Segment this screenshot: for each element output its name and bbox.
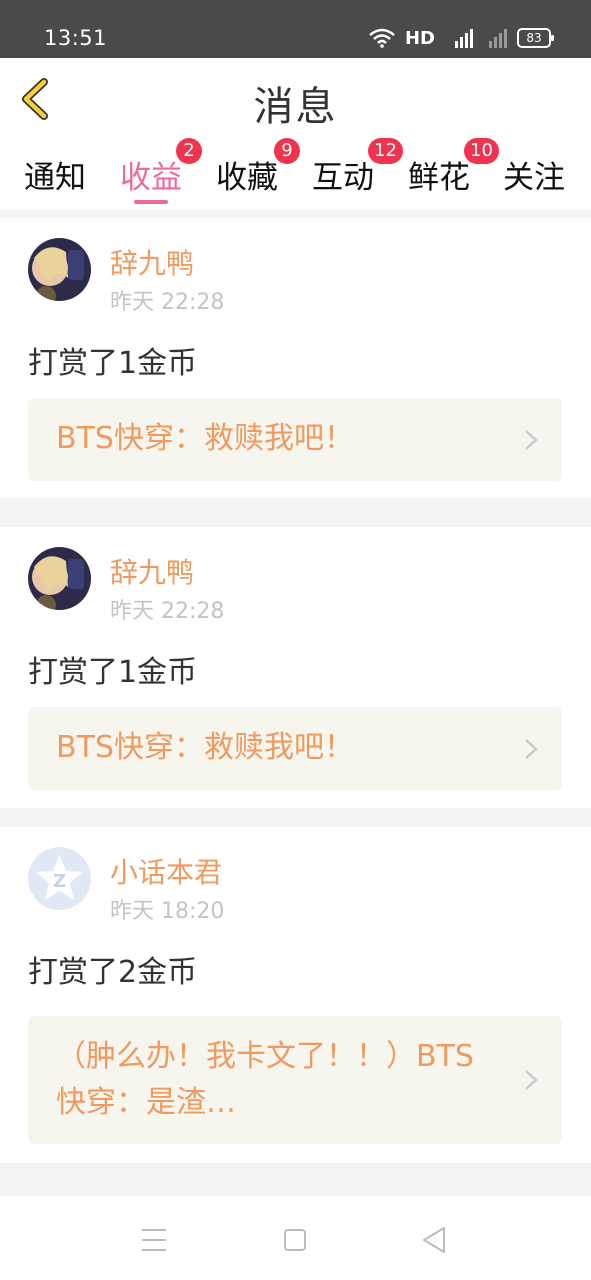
chevron-right-icon [525, 1070, 538, 1090]
count-badge: 9 [274, 138, 300, 164]
header: 消息 [0, 58, 591, 141]
book-title: BTS快穿：救赎我吧！ [56, 421, 354, 456]
tab-label: 通知 [24, 160, 86, 196]
signal-icon [489, 29, 507, 48]
system-nav-bar [0, 1196, 591, 1280]
tab-earnings[interactable]: 收益 2 [120, 138, 202, 204]
triangle-back-icon[interactable] [414, 1220, 454, 1260]
message-card: 辞九鸭 昨天 22:28 打赏了1金币 BTS快穿：救赎我吧！ [0, 218, 591, 498]
battery-icon: 83 [517, 28, 554, 48]
message-text: 打赏了1金币 [28, 655, 198, 690]
tab-label: 鲜花 [408, 160, 470, 196]
tab-label: 收益 [120, 160, 182, 196]
status-icons: HD 83 [369, 24, 554, 52]
page-title: 消息 [253, 84, 338, 130]
tab-interaction[interactable]: 互动 12 [312, 138, 403, 197]
signal-4g-icon [455, 29, 473, 48]
timestamp: 昨天 22:28 [110, 599, 225, 624]
svg-text:Z: Z [53, 871, 66, 892]
avatar[interactable] [28, 547, 91, 610]
tab-bar: 通知 收益 2 收藏 9 互动 12 鲜花 10 关注 [0, 138, 591, 210]
tab-label: 收藏 [216, 160, 278, 196]
message-card: Z 小话本君 昨天 18:20 打赏了2金币 （肿么办！我卡文了！！）BTS快穿… [0, 827, 591, 1163]
tab-follow[interactable]: 关注 [503, 152, 565, 197]
username[interactable]: 辞九鸭 [110, 242, 194, 282]
count-badge: 12 [368, 138, 403, 164]
message-card: 辞九鸭 昨天 22:28 打赏了1金币 BTS快穿：救赎我吧！ [0, 527, 591, 808]
status-time: 13:51 [44, 26, 108, 50]
wifi-icon [369, 28, 395, 48]
avatar[interactable] [28, 238, 91, 301]
tab-label: 互动 [312, 160, 374, 196]
chevron-right-icon [525, 738, 538, 759]
book-link[interactable]: （肿么办！我卡文了！！）BTS快穿：是渣… [28, 1016, 562, 1144]
count-badge: 10 [464, 138, 499, 164]
avatar[interactable]: Z [28, 847, 91, 910]
tab-label: 关注 [503, 160, 565, 196]
book-title: （肿么办！我卡文了！！）BTS快穿：是渣… [56, 1039, 474, 1120]
book-title: BTS快穿：救赎我吧！ [56, 730, 354, 765]
menu-icon[interactable] [134, 1220, 174, 1260]
count-badge: 2 [176, 138, 202, 164]
book-link[interactable]: BTS快穿：救赎我吧！ [28, 707, 562, 790]
timestamp: 昨天 18:20 [110, 899, 225, 924]
chevron-right-icon [525, 429, 538, 450]
status-bar: 13:51 HD 83 [0, 0, 591, 58]
message-text: 打赏了1金币 [28, 346, 198, 381]
tab-flowers[interactable]: 鲜花 10 [408, 138, 499, 197]
hd-indicator: HD [404, 27, 435, 49]
active-tab-indicator [134, 200, 168, 204]
message-text: 打赏了2金币 [28, 955, 198, 990]
timestamp: 昨天 22:28 [110, 290, 225, 315]
book-link[interactable]: BTS快穿：救赎我吧！ [28, 398, 562, 481]
username[interactable]: 小话本君 [110, 851, 222, 891]
tab-favorites[interactable]: 收藏 9 [216, 138, 300, 197]
username[interactable]: 辞九鸭 [110, 551, 194, 591]
tab-notice[interactable]: 通知 [24, 152, 86, 197]
home-square-icon[interactable] [275, 1220, 315, 1260]
